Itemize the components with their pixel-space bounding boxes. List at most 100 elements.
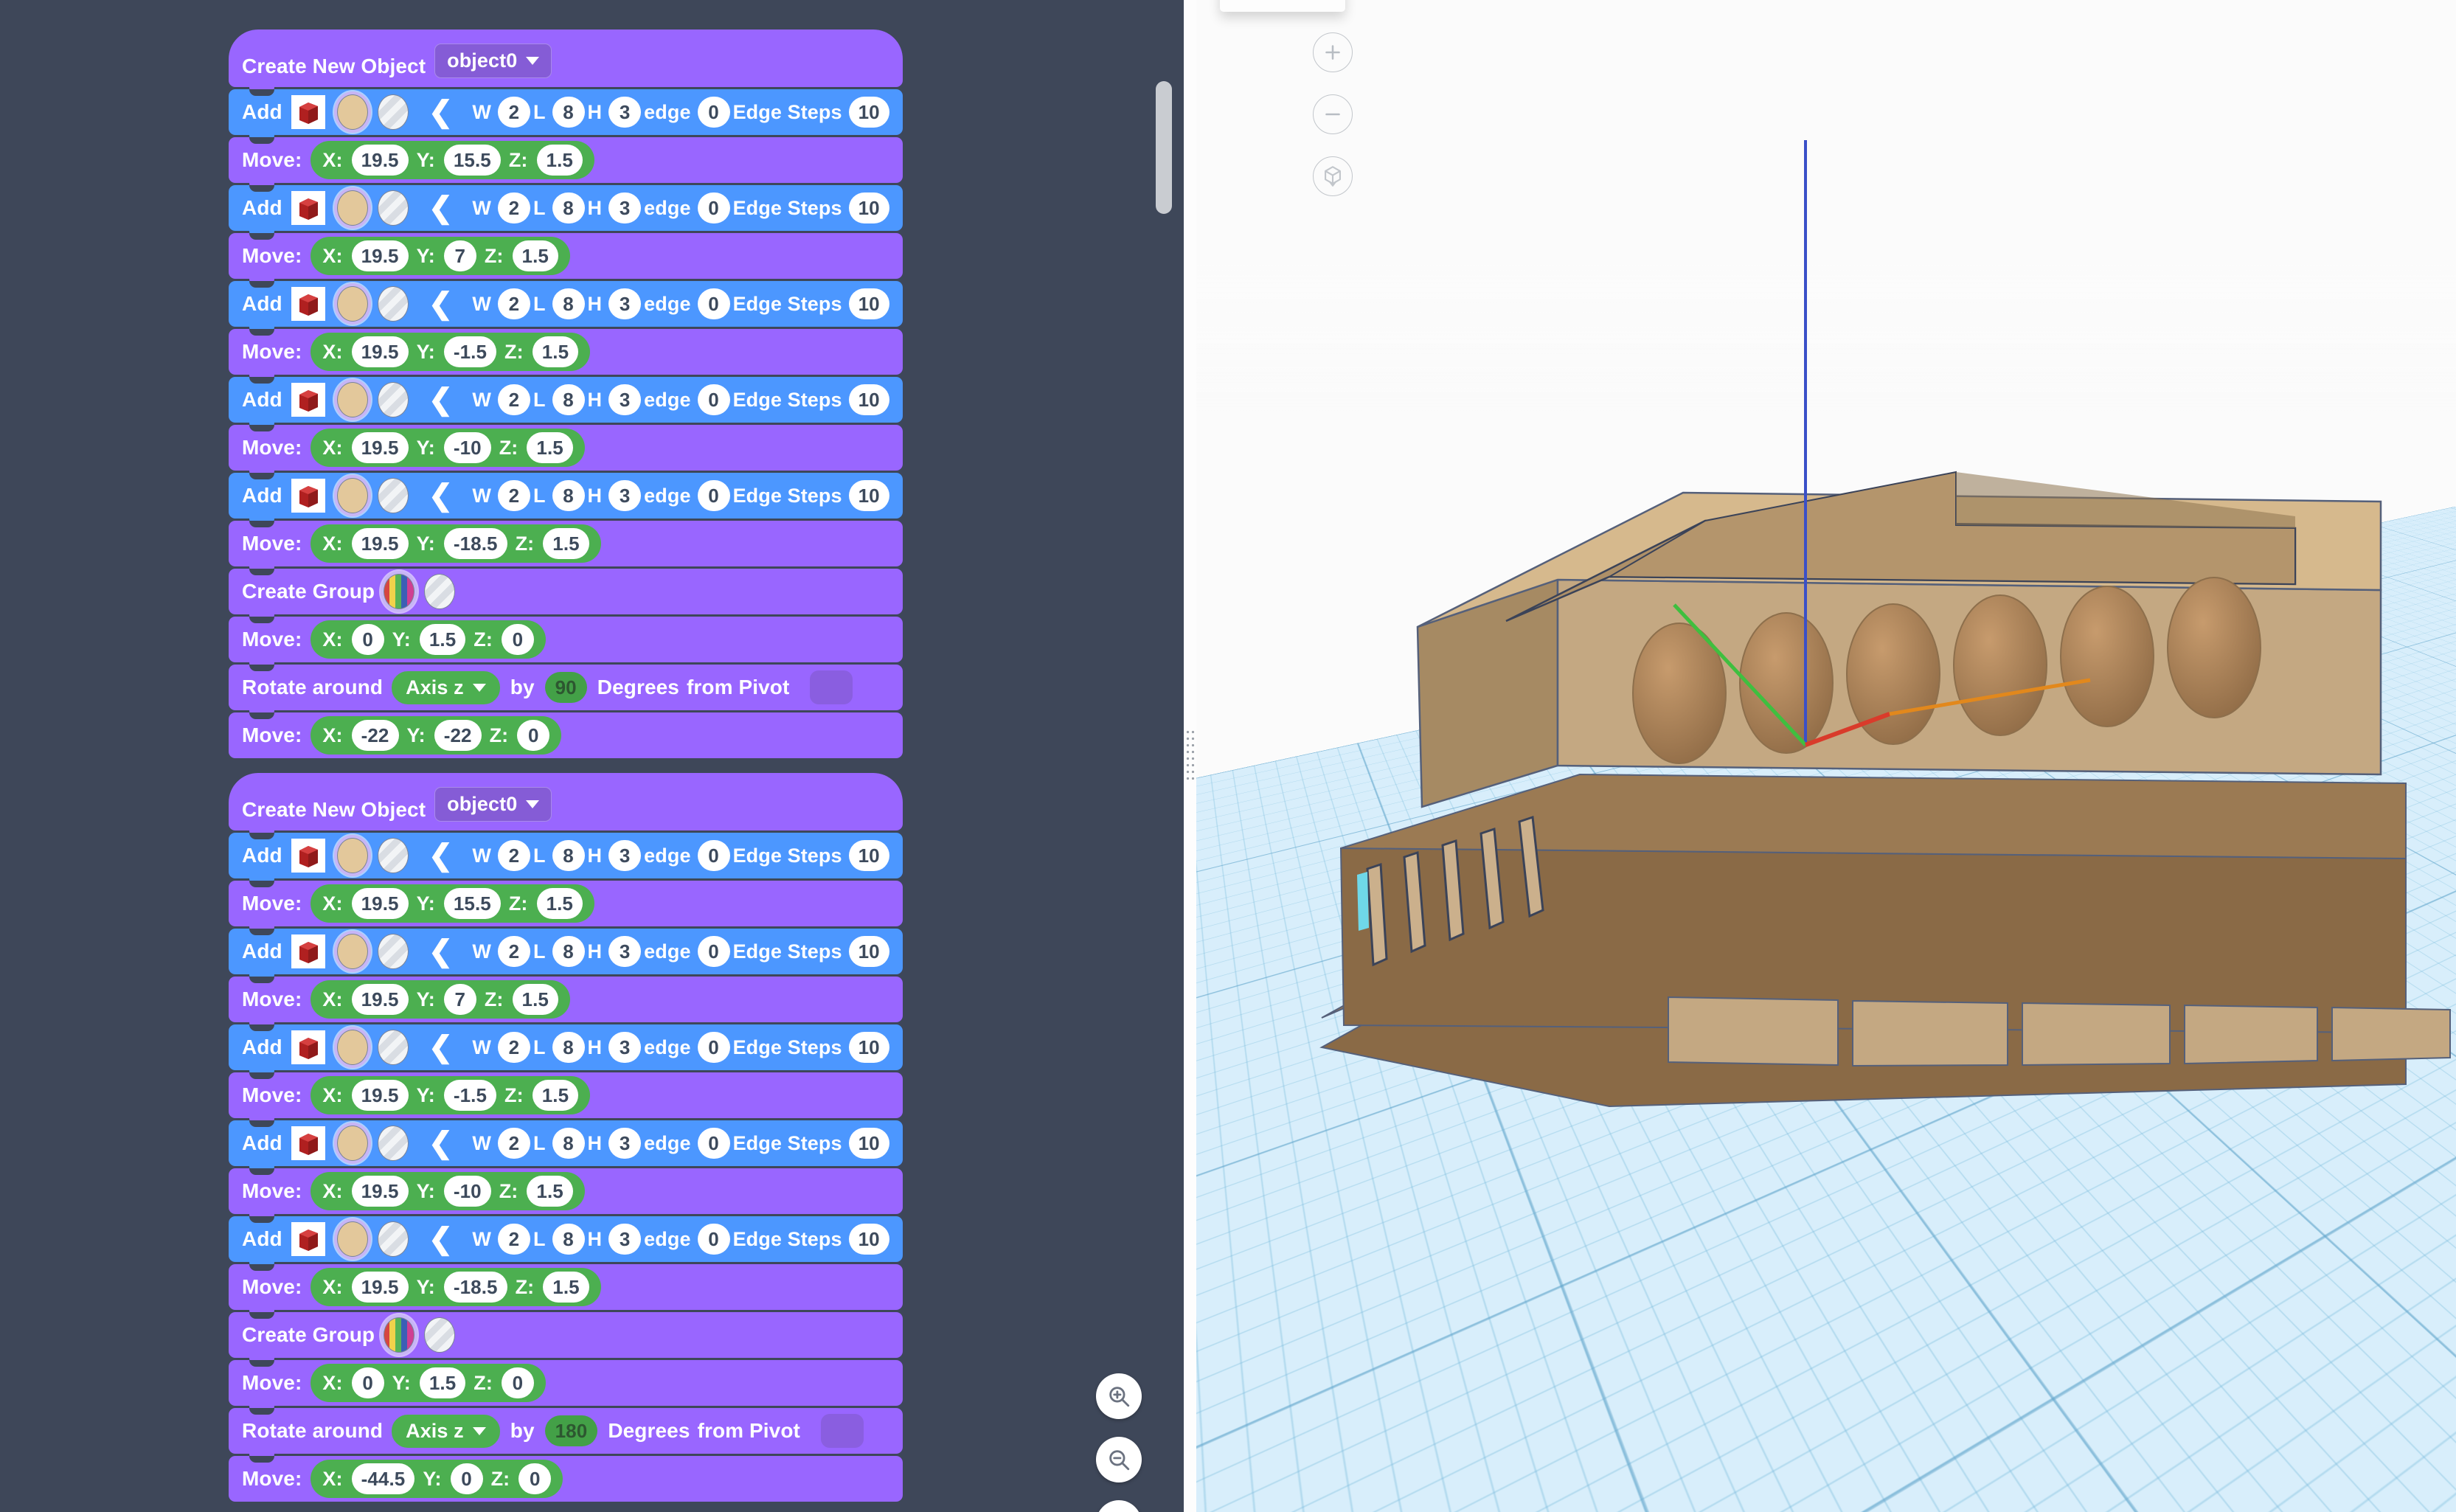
move-z-input[interactable]: 1.5 xyxy=(533,336,578,367)
add-shape-block[interactable]: Add❮W2L8H3edge0Edge Steps10 xyxy=(229,377,903,423)
param-input-w[interactable]: 2 xyxy=(498,193,530,223)
pivot-input-slot[interactable] xyxy=(821,1414,864,1448)
viewport-zoom-in-button[interactable] xyxy=(1313,32,1353,72)
param-input-edge[interactable]: 0 xyxy=(698,193,730,223)
param-input-edge-steps[interactable]: 10 xyxy=(849,288,889,319)
move-block[interactable]: Move:X:19.5Y:-1.5Z:1.5 xyxy=(229,1072,903,1118)
move-z-input[interactable]: 0 xyxy=(517,720,549,751)
move-block[interactable]: Move:X:0Y:1.5Z:0 xyxy=(229,1360,903,1406)
move-x-input[interactable]: 19.5 xyxy=(352,888,409,919)
hole-hatch-circle-icon[interactable] xyxy=(378,190,409,226)
move-x-input[interactable]: 19.5 xyxy=(352,1176,409,1207)
solid-color-circle-icon[interactable] xyxy=(337,934,368,969)
move-block[interactable]: Move:X:19.5Y:7Z:1.5 xyxy=(229,233,903,279)
red-cube-icon[interactable] xyxy=(291,191,325,225)
create-group-block[interactable]: Create Group xyxy=(229,569,903,614)
blocks-canvas[interactable]: Create New Objectobject0 Add❮W2L8H3edge0E… xyxy=(0,0,1184,1512)
move-y-input[interactable]: -22 xyxy=(434,720,482,751)
hole-hatch-circle-icon[interactable] xyxy=(378,94,409,130)
move-y-input[interactable]: -18.5 xyxy=(444,528,507,559)
move-x-input[interactable]: 19.5 xyxy=(352,336,409,367)
param-input-w[interactable]: 2 xyxy=(498,936,530,967)
move-block[interactable]: Move:X:19.5Y:-10Z:1.5 xyxy=(229,425,903,471)
param-input-l[interactable]: 8 xyxy=(552,1032,585,1063)
move-x-input[interactable]: 19.5 xyxy=(352,1080,409,1111)
move-z-input[interactable]: 0 xyxy=(502,1367,534,1398)
move-x-input[interactable]: -44.5 xyxy=(352,1463,415,1494)
param-input-edge-steps[interactable]: 10 xyxy=(849,840,889,871)
param-input-w[interactable]: 2 xyxy=(498,840,530,871)
hole-hatch-circle-icon[interactable] xyxy=(378,478,409,513)
move-z-input[interactable]: 1.5 xyxy=(537,145,583,176)
param-input-l[interactable]: 8 xyxy=(552,480,585,511)
solid-color-circle-icon[interactable] xyxy=(337,478,368,513)
param-input-h[interactable]: 3 xyxy=(608,840,641,871)
move-x-input[interactable]: 19.5 xyxy=(352,145,409,176)
param-input-edge[interactable]: 0 xyxy=(698,1224,730,1255)
axis-dropdown[interactable]: Axis z xyxy=(392,671,500,704)
rotate-around-block[interactable]: Rotate aroundAxis zby180Degreesfrom Pivo… xyxy=(229,1408,903,1454)
param-input-l[interactable]: 8 xyxy=(552,1224,585,1255)
blocks-vertical-scrollbar[interactable] xyxy=(1156,0,1172,1512)
hole-hatch-circle-icon[interactable] xyxy=(424,574,455,609)
splitter-grip-dots[interactable] xyxy=(1185,729,1195,783)
solid-color-circle-icon[interactable] xyxy=(337,838,368,873)
param-input-edge[interactable]: 0 xyxy=(698,840,730,871)
param-input-h[interactable]: 3 xyxy=(608,288,641,319)
param-input-edge[interactable]: 0 xyxy=(698,384,730,415)
red-cube-icon[interactable] xyxy=(291,95,325,129)
move-x-input[interactable]: -22 xyxy=(352,720,399,751)
create-new-object-block[interactable]: Create New Objectobject0 xyxy=(229,30,903,87)
viewport-zoom-out-button[interactable] xyxy=(1313,94,1353,134)
param-input-l[interactable]: 8 xyxy=(552,288,585,319)
move-x-input[interactable]: 19.5 xyxy=(352,240,409,271)
canvas-zoom-in-button[interactable] xyxy=(1096,1373,1142,1419)
param-input-edge[interactable]: 0 xyxy=(698,97,730,128)
red-cube-icon[interactable] xyxy=(291,934,325,968)
param-input-edge-steps[interactable]: 10 xyxy=(849,1224,889,1255)
move-x-input[interactable]: 0 xyxy=(352,1367,384,1398)
hole-hatch-circle-icon[interactable] xyxy=(378,1221,409,1257)
param-input-w[interactable]: 2 xyxy=(498,480,530,511)
axis-dropdown[interactable]: Axis z xyxy=(392,1415,500,1448)
move-x-input[interactable]: 0 xyxy=(352,624,384,655)
red-cube-icon[interactable] xyxy=(291,383,325,417)
hole-hatch-circle-icon[interactable] xyxy=(378,286,409,322)
move-x-input[interactable]: 19.5 xyxy=(352,984,409,1015)
solid-color-circle-icon[interactable] xyxy=(337,382,368,417)
param-input-h[interactable]: 3 xyxy=(608,1128,641,1159)
chevron-left-icon[interactable]: ❮ xyxy=(429,1224,454,1254)
viewport-fit-view-button[interactable] xyxy=(1313,156,1353,196)
param-input-l[interactable]: 8 xyxy=(552,193,585,223)
param-input-edge-steps[interactable]: 10 xyxy=(849,193,889,223)
move-block[interactable]: Move:X:19.5Y:-10Z:1.5 xyxy=(229,1168,903,1214)
move-block[interactable]: Move:X:0Y:1.5Z:0 xyxy=(229,617,903,662)
param-input-h[interactable]: 3 xyxy=(608,97,641,128)
solid-color-circle-icon[interactable] xyxy=(337,1030,368,1065)
object-dropdown[interactable]: object0 xyxy=(434,787,552,822)
param-input-l[interactable]: 8 xyxy=(552,1128,585,1159)
param-input-w[interactable]: 2 xyxy=(498,97,530,128)
move-z-input[interactable]: 1.5 xyxy=(543,1272,589,1303)
move-block[interactable]: Move:X:19.5Y:7Z:1.5 xyxy=(229,977,903,1022)
param-input-l[interactable]: 8 xyxy=(552,936,585,967)
solid-color-circle-icon[interactable] xyxy=(337,286,368,322)
param-input-edge-steps[interactable]: 10 xyxy=(849,384,889,415)
red-cube-icon[interactable] xyxy=(291,1126,325,1160)
chevron-left-icon[interactable]: ❮ xyxy=(429,481,454,510)
param-input-l[interactable]: 8 xyxy=(552,384,585,415)
param-input-edge-steps[interactable]: 10 xyxy=(849,1128,889,1159)
move-z-input[interactable]: 1.5 xyxy=(537,888,583,919)
move-z-input[interactable]: 1.5 xyxy=(513,984,558,1015)
param-input-w[interactable]: 2 xyxy=(498,288,530,319)
add-shape-block[interactable]: Add❮W2L8H3edge0Edge Steps10 xyxy=(229,281,903,327)
chevron-left-icon[interactable]: ❮ xyxy=(429,385,454,415)
create-group-block[interactable]: Create Group xyxy=(229,1312,903,1358)
red-cube-icon[interactable] xyxy=(291,839,325,873)
red-cube-icon[interactable] xyxy=(291,287,325,321)
move-y-input[interactable]: -10 xyxy=(444,1176,491,1207)
param-input-edge[interactable]: 0 xyxy=(698,1032,730,1063)
param-input-edge[interactable]: 0 xyxy=(698,480,730,511)
move-block[interactable]: Move:X:-44.5Y:0Z:0 xyxy=(229,1456,903,1502)
move-z-input[interactable]: 1.5 xyxy=(533,1080,578,1111)
